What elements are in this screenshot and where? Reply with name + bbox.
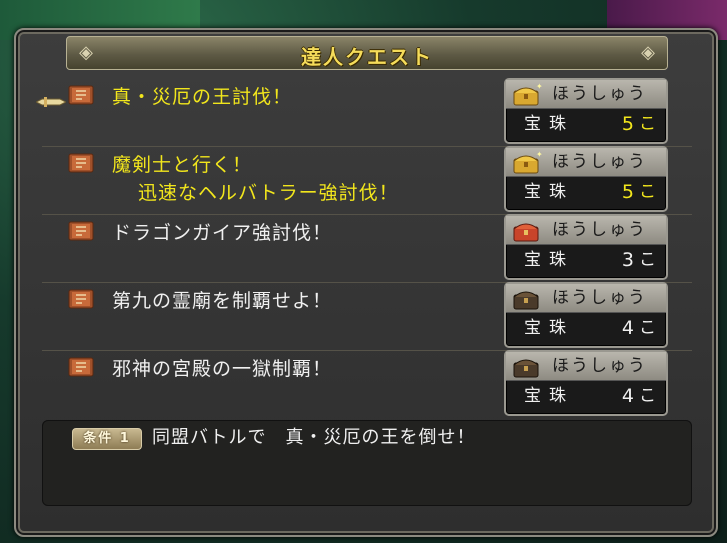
window-title: 達人クエスト <box>301 45 433 69</box>
reward-box: ほうしゅう 宝珠 4 こ <box>504 350 668 416</box>
reward-box: ほうしゅう 宝珠 3 こ <box>504 214 668 280</box>
quest-row[interactable]: 真・災厄の王討伐！ ✦ ほうしゅう 宝珠 5 こ <box>36 78 692 147</box>
reward-label: ほうしゅう <box>552 220 647 240</box>
quest-row[interactable]: ドラゴンガイア強討伐！ ほうしゅう 宝珠 3 こ <box>42 214 692 283</box>
reward-unit: こ <box>639 114 656 134</box>
quest-name: 邪神の宮殿の一獄制覇！ <box>112 355 332 383</box>
quest-name: 第九の霊廟を制覇せよ！ <box>112 287 332 315</box>
reward-header: ほうしゅう <box>506 284 666 313</box>
quest-book-icon <box>68 85 94 105</box>
quest-name: 魔剣士と行く！ 迅速なヘルバトラー強討伐！ <box>112 151 399 207</box>
reward-count: 5 <box>621 181 634 203</box>
reward-item: 宝珠 <box>524 182 574 202</box>
quest-name-line1: 第九の霊廟を制覇せよ！ <box>112 290 333 312</box>
dark-chest-icon <box>513 359 539 378</box>
condition-badge: 条件 1 <box>72 428 142 450</box>
reward-unit: こ <box>639 318 656 338</box>
selection-cursor-icon <box>36 97 66 107</box>
reward-box: ✦ ほうしゅう 宝珠 5 こ <box>504 146 668 212</box>
reward-count: 5 <box>621 113 634 135</box>
condition-text: 同盟バトルで 真・災厄の王を倒せ！ <box>152 427 476 448</box>
reward-item: 宝珠 <box>524 386 574 406</box>
reward-box: ✦ ほうしゅう 宝珠 5 こ <box>504 78 668 144</box>
reward-label: ほうしゅう <box>552 356 647 376</box>
reward-unit: こ <box>639 250 656 270</box>
quest-name-line1: 邪神の宮殿の一獄制覇！ <box>112 358 333 380</box>
quest-name-line1: 真・災厄の王討伐！ <box>112 86 293 108</box>
svg-text:✦: ✦ <box>536 151 542 159</box>
title-ornament-right-icon: ◈ <box>641 42 655 63</box>
dark-chest-icon <box>513 291 539 310</box>
reward-count: 4 <box>621 317 634 339</box>
quest-name-line1: ドラゴンガイア強討伐！ <box>112 222 333 244</box>
quest-row[interactable]: 魔剣士と行く！ 迅速なヘルバトラー強討伐！ ✦ ほうしゅう 宝珠 5 こ <box>42 146 692 215</box>
quest-window: ◈ 達人クエスト ◈ 真・災厄の王討伐！ ✦ ほうしゅう 宝珠 5 こ 魔剣士と… <box>14 28 718 537</box>
reward-header: ✦ ほうしゅう <box>506 148 666 177</box>
reward-header: ほうしゅう <box>506 216 666 245</box>
reward-count: 4 <box>621 385 634 407</box>
quest-book-icon <box>68 289 94 309</box>
reward-box: ほうしゅう 宝珠 4 こ <box>504 282 668 348</box>
title-bar: ◈ 達人クエスト ◈ <box>66 36 668 70</box>
quest-book-icon <box>68 153 94 173</box>
condition-box: 条件 1 同盟バトルで 真・災厄の王を倒せ！ <box>42 420 692 506</box>
quest-name: ドラゴンガイア強討伐！ <box>112 219 332 247</box>
quest-name-line2: 迅速なヘルバトラー強討伐！ <box>138 182 399 204</box>
reward-item: 宝珠 <box>524 250 574 270</box>
quest-name: 真・災厄の王討伐！ <box>112 83 292 111</box>
quest-row[interactable]: 邪神の宮殿の一獄制覇！ ほうしゅう 宝珠 4 こ <box>42 350 692 418</box>
reward-item: 宝珠 <box>524 114 574 134</box>
reward-header: ✦ ほうしゅう <box>506 80 666 109</box>
reward-label: ほうしゅう <box>552 84 647 104</box>
quest-list: 真・災厄の王討伐！ ✦ ほうしゅう 宝珠 5 こ 魔剣士と行く！ 迅速なヘルバト… <box>36 78 692 430</box>
reward-header: ほうしゅう <box>506 352 666 381</box>
red-chest-icon <box>513 223 539 242</box>
quest-book-icon <box>68 221 94 241</box>
gold-chest-icon: ✦ <box>513 83 542 106</box>
reward-label: ほうしゅう <box>552 152 647 172</box>
reward-unit: こ <box>639 182 656 202</box>
quest-row[interactable]: 第九の霊廟を制覇せよ！ ほうしゅう 宝珠 4 こ <box>42 282 692 351</box>
reward-item: 宝珠 <box>524 318 574 338</box>
reward-unit: こ <box>639 386 656 406</box>
gold-chest-icon: ✦ <box>513 151 542 174</box>
reward-count: 3 <box>621 249 634 271</box>
svg-text:✦: ✦ <box>536 83 542 91</box>
reward-label: ほうしゅう <box>552 288 647 308</box>
quest-book-icon <box>68 357 94 377</box>
quest-name-line1: 魔剣士と行く！ <box>112 154 253 176</box>
